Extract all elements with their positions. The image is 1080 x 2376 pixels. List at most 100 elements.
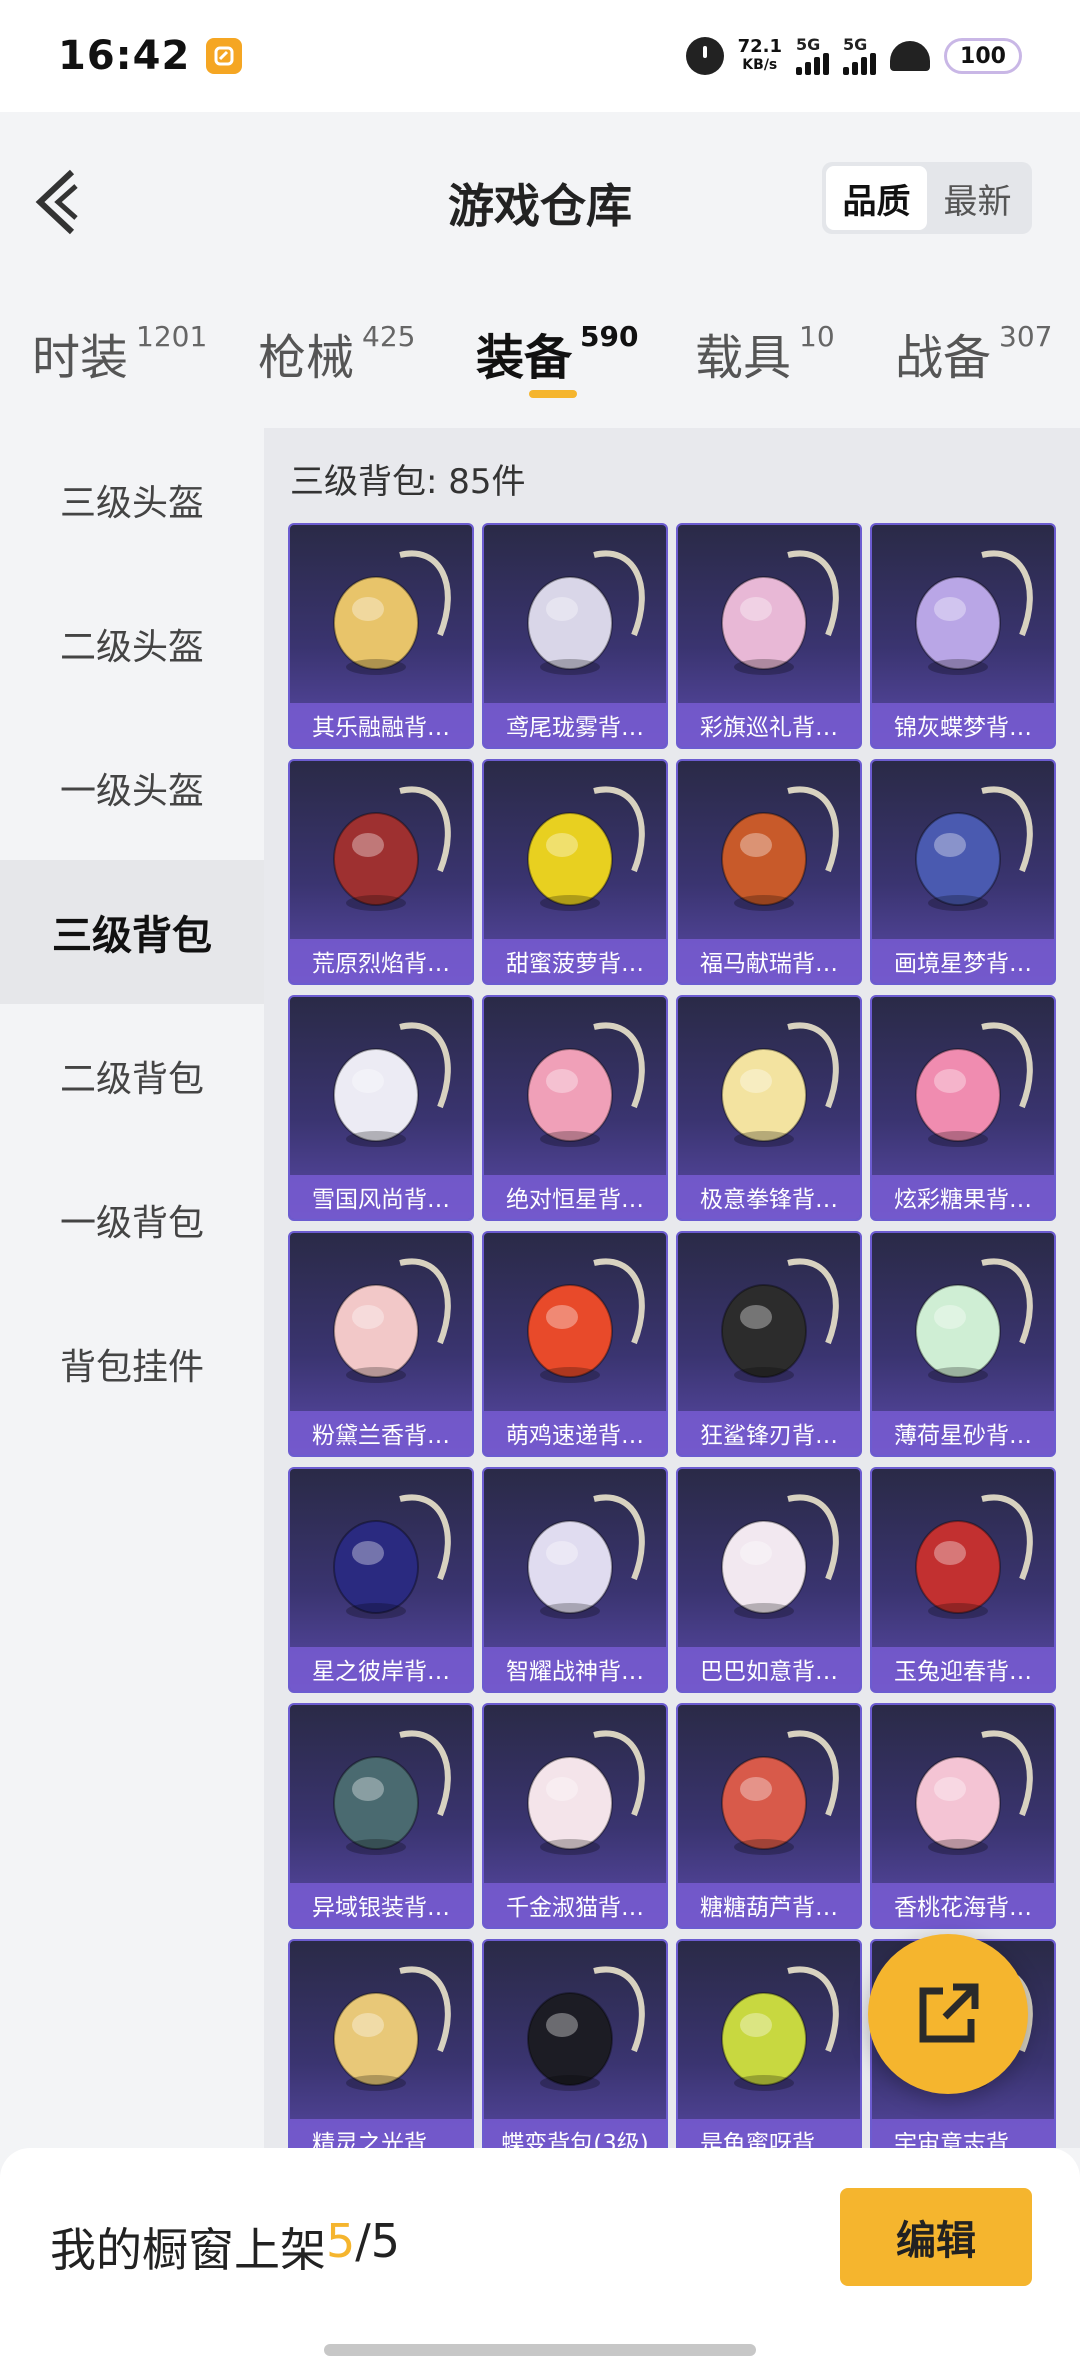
item-card-label: 异域银装背… [290, 1883, 472, 1927]
backpack-cat-icon [721, 1022, 839, 1147]
item-card[interactable]: 其乐融融背… [288, 523, 474, 749]
item-card[interactable]: 画境星梦背… [870, 759, 1056, 985]
item-card[interactable]: 异域银装背… [288, 1703, 474, 1929]
edit-button[interactable]: 编辑 [840, 2188, 1032, 2286]
tab-count: 425 [362, 320, 416, 353]
item-card-label: 狂鲨锋刃背… [678, 1411, 860, 1455]
backpack-mint-icon [915, 1258, 1033, 1383]
backpack-bear-icon [333, 550, 451, 675]
tab-firearms[interactable]: 枪械 425 [258, 318, 415, 388]
sort-toggle: 品质 最新 [822, 162, 1032, 234]
item-card[interactable]: 福马献瑞背… [676, 759, 862, 985]
tab-count: 1201 [136, 320, 208, 353]
status-time: 16:42 [58, 33, 191, 79]
item-card[interactable]: 绝对恒星背… [482, 995, 668, 1221]
backpack-angel-icon [527, 1494, 645, 1619]
tab-label: 时装 [32, 330, 129, 386]
item-card-label: 鸢尾珑雾背… [484, 703, 666, 747]
item-card[interactable]: 雪国风尚背… [288, 995, 474, 1221]
item-card[interactable]: 糖糖葫芦背… [676, 1703, 862, 1929]
home-indicator [324, 2344, 756, 2356]
sidebar-item-level1-helmet[interactable]: 一级头盔 [0, 716, 264, 860]
tab-count: 590 [580, 320, 639, 353]
sidebar-item-level1-backpack[interactable]: 一级背包 [0, 1148, 264, 1292]
tab-vehicles[interactable]: 载具 10 [695, 318, 835, 388]
tab-label: 装备 [476, 330, 573, 386]
item-card[interactable]: 是龟蜜呀背… [676, 1939, 862, 2148]
sidebar-item-level3-backpack[interactable]: 三级背包 [0, 860, 264, 1004]
item-card[interactable]: 极意拳锋背… [676, 995, 862, 1221]
item-card[interactable]: 精灵之光背… [288, 1939, 474, 2148]
backpack-horse-icon [721, 786, 839, 911]
item-card-label: 是龟蜜呀背… [678, 2119, 860, 2148]
item-card-label: 其乐融融背… [290, 703, 472, 747]
sidebar-item-backpack-charm[interactable]: 背包挂件 [0, 1292, 264, 1436]
item-card[interactable]: 狂鲨锋刃背… [676, 1231, 862, 1457]
backpack-chick-icon [527, 1258, 645, 1383]
item-card[interactable]: 粉黛兰香背… [288, 1231, 474, 1457]
signal-icon: 5G [843, 37, 876, 75]
tab-count: 10 [799, 320, 835, 353]
item-card-label: 粉黛兰香背… [290, 1411, 472, 1455]
item-card-label: 画境星梦背… [872, 939, 1054, 983]
sidebar-item-level2-helmet[interactable]: 二级头盔 [0, 572, 264, 716]
item-card-label: 千金淑猫背… [484, 1883, 666, 1927]
backpack-lantern-icon [333, 1966, 451, 2091]
item-grid-panel: 三级背包: 85件 其乐融融背… 鸢尾珑雾背… 彩旗巡礼背… 锦灰蝶梦背… 荒原烈焰背…… [264, 428, 1080, 2148]
item-card[interactable]: 玉兔迎春背… [870, 1467, 1056, 1693]
item-card[interactable]: 智耀战神背… [482, 1467, 668, 1693]
sort-latest-option[interactable]: 最新 [927, 166, 1028, 230]
network-speed: 72.1 KB/s [738, 38, 782, 74]
item-card-label: 绝对恒星背… [484, 1175, 666, 1219]
item-card[interactable]: 甜蜜菠萝背… [482, 759, 668, 985]
backpack-tech-icon [333, 1730, 451, 1855]
sim1-label: 5G [796, 35, 821, 54]
item-card-label: 香桃花海背… [872, 1883, 1054, 1927]
item-card[interactable]: 星之彼岸背… [288, 1467, 474, 1693]
tab-supplies[interactable]: 战备 307 [895, 318, 1052, 388]
backpack-fox-icon [721, 1494, 839, 1619]
sim2-label: 5G [843, 35, 868, 54]
item-card[interactable]: 薄荷星砂背… [870, 1231, 1056, 1457]
item-card[interactable]: 萌鸡速递背… [482, 1231, 668, 1457]
item-card[interactable]: 彩旗巡礼背… [676, 523, 862, 749]
item-card[interactable]: 巴巴如意背… [676, 1467, 862, 1693]
item-card-label: 炫彩糖果背… [872, 1175, 1054, 1219]
sidebar-item-level2-backpack[interactable]: 二级背包 [0, 1004, 264, 1148]
section-title: 三级背包: 85件 [290, 462, 526, 502]
backpack-helmet-icon [333, 1494, 451, 1619]
wifi-icon [890, 41, 930, 71]
item-card[interactable]: 鸢尾珑雾背… [482, 523, 668, 749]
item-card[interactable]: 蝶变背包(3级) [482, 1939, 668, 2148]
item-card[interactable]: 香桃花海背… [870, 1703, 1056, 1929]
item-card-label: 玉兔迎春背… [872, 1647, 1054, 1691]
signal-icon: 5G [796, 37, 829, 75]
app-notification-icon [206, 38, 243, 74]
sort-quality-option[interactable]: 品质 [826, 166, 927, 230]
shelf-label: 我的橱窗上架 [50, 2223, 326, 2277]
item-card-label: 萌鸡速递背… [484, 1411, 666, 1455]
bottom-bar: 我的橱窗上架 5 / 5 编辑 [0, 2148, 1080, 2376]
status-bar: 16:42 72.1 KB/s 5G 5G 100 [0, 0, 1080, 112]
share-external-icon [919, 1983, 979, 2043]
item-card-label: 甜蜜菠萝背… [484, 939, 666, 983]
tab-equipment[interactable]: 装备 590 [476, 318, 638, 388]
item-card-label: 巴巴如意背… [678, 1647, 860, 1691]
item-card[interactable]: 炫彩糖果背… [870, 995, 1056, 1221]
item-card[interactable]: 锦灰蝶梦背… [870, 523, 1056, 749]
share-button[interactable] [868, 1934, 1028, 2094]
backpack-purse-icon [527, 550, 645, 675]
tab-count: 307 [999, 320, 1053, 353]
item-card[interactable]: 荒原烈焰背… [288, 759, 474, 985]
backpack-flower-icon [333, 1258, 451, 1383]
tab-fashion[interactable]: 时装 1201 [32, 318, 207, 388]
item-card-label: 精灵之光背… [290, 2119, 472, 2148]
tab-label: 载具 [695, 330, 792, 386]
item-card[interactable]: 千金淑猫背… [482, 1703, 668, 1929]
item-card-label: 锦灰蝶梦背… [872, 703, 1054, 747]
tab-label: 枪械 [258, 330, 355, 386]
header: 游戏仓库 品质 最新 [0, 112, 1080, 288]
sidebar-item-level3-helmet[interactable]: 三级头盔 [0, 428, 264, 572]
tab-label: 战备 [895, 330, 992, 386]
item-card-label: 星之彼岸背… [290, 1647, 472, 1691]
